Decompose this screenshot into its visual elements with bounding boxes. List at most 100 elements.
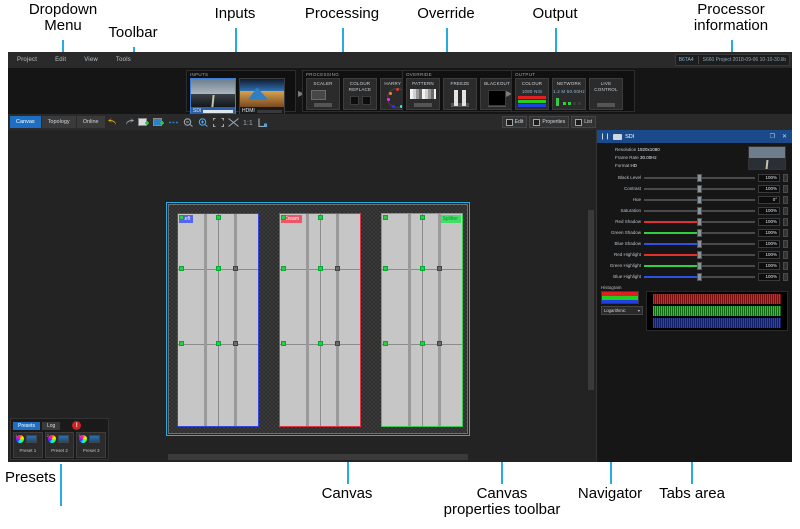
canvas-node[interactable] [420, 341, 425, 346]
slider-stepper[interactable] [783, 184, 788, 193]
slider-knob[interactable] [697, 261, 702, 270]
link-icon[interactable] [167, 116, 180, 128]
slider-value[interactable]: 100% [758, 272, 780, 281]
properties-toolbar-properties-button[interactable]: Properties [529, 116, 570, 128]
canvas-node[interactable] [179, 341, 184, 346]
canvas-horizontal-scrollbar[interactable] [168, 454, 468, 460]
slider-track[interactable] [644, 228, 755, 237]
slider-value[interactable]: 100% [758, 228, 780, 237]
fit-selection-icon[interactable] [227, 116, 240, 128]
slider-value[interactable]: 100% [758, 173, 780, 182]
slider-track[interactable] [644, 206, 755, 215]
slider-stepper[interactable] [783, 239, 788, 248]
canvas-screen-left[interactable]: Left [177, 213, 259, 427]
tile-scaler[interactable]: SCALER [306, 78, 340, 110]
canvas-node[interactable] [420, 266, 425, 271]
slider-knob[interactable] [697, 239, 702, 248]
tile-network[interactable]: NETWORK 1.2 M 50.00Hz [552, 78, 586, 110]
slider-knob[interactable] [697, 272, 702, 281]
tab-presets[interactable]: Presets [13, 421, 40, 430]
input-thumb-sdi[interactable]: SDI [190, 78, 236, 116]
slider-stepper[interactable] [783, 206, 788, 215]
slider-knob[interactable] [697, 195, 702, 204]
slider-track[interactable] [644, 217, 755, 226]
drag-handle-icon[interactable]: ❙❙ [600, 133, 610, 140]
add-canvas-icon[interactable] [152, 116, 165, 128]
slider-value[interactable]: 100% [758, 250, 780, 259]
histogram-preview[interactable] [601, 291, 639, 304]
slider-knob[interactable] [697, 184, 702, 193]
tile-colour-replace[interactable]: COLOUR REPLACE [343, 78, 377, 110]
slider-stepper[interactable] [783, 261, 788, 270]
canvas-node[interactable] [335, 341, 340, 346]
canvas-screen-cream[interactable]: Cream [279, 213, 361, 427]
canvas-node[interactable] [437, 341, 442, 346]
properties-window-titlebar[interactable]: ❙❙ SDI ❐ ✕ [597, 130, 792, 143]
menu-item-edit[interactable]: Edit [46, 52, 75, 68]
slider-stepper[interactable] [783, 173, 788, 182]
restore-icon[interactable]: ❐ [768, 133, 777, 140]
canvas-node[interactable] [383, 266, 388, 271]
redo-icon[interactable] [122, 116, 135, 128]
preset-card-3[interactable]: 3 Preset 3 [76, 432, 107, 458]
slider-track[interactable] [644, 239, 755, 248]
canvas-node[interactable] [233, 341, 238, 346]
slider-stepper[interactable] [783, 250, 788, 259]
slider-track[interactable] [644, 272, 755, 281]
canvas-node[interactable] [335, 266, 340, 271]
preset-card-1[interactable]: 1 Preset 1 [13, 432, 43, 458]
canvas-node[interactable] [281, 341, 286, 346]
close-icon[interactable]: ✕ [780, 133, 789, 140]
tab-canvas[interactable]: Canvas [10, 116, 41, 128]
properties-toolbar-edit-button[interactable]: Edit [501, 116, 528, 128]
canvas-node[interactable] [281, 215, 286, 220]
slider-value[interactable]: 100% [758, 239, 780, 248]
slider-track[interactable] [644, 250, 755, 259]
add-screen-icon[interactable] [137, 116, 150, 128]
slider-value[interactable]: 0° [758, 195, 780, 204]
slider-knob[interactable] [697, 206, 702, 215]
canvas-node[interactable] [216, 266, 221, 271]
canvas-node[interactable] [420, 215, 425, 220]
slider-value[interactable]: 100% [758, 184, 780, 193]
alert-badge[interactable]: ! [72, 421, 82, 430]
preset-card-2[interactable]: 2 Preset 2 [44, 432, 75, 458]
slider-track[interactable] [644, 195, 755, 204]
menu-item-view[interactable]: View [75, 52, 107, 68]
menu-item-tools[interactable]: Tools [107, 52, 140, 68]
menu-item-project[interactable]: Project [8, 52, 46, 68]
canvas-workspace[interactable]: Left Cream Splitter [8, 130, 596, 462]
canvas-node[interactable] [216, 341, 221, 346]
input-thumb-hdmi[interactable]: HDMI [239, 78, 285, 116]
actual-size-icon[interactable]: 1:1 [242, 116, 255, 128]
tab-topology[interactable]: Topology [41, 116, 76, 128]
slider-stepper[interactable] [783, 272, 788, 281]
slider-knob[interactable] [697, 228, 702, 237]
canvas-screen-splitter[interactable]: Splitter [381, 213, 463, 427]
canvas-node[interactable] [437, 266, 442, 271]
slider-track[interactable] [644, 184, 755, 193]
canvas-node[interactable] [281, 266, 286, 271]
canvas-node[interactable] [233, 266, 238, 271]
canvas-node[interactable] [383, 341, 388, 346]
tile-output-colour[interactable]: COLOUR 1080 NIS [515, 78, 549, 110]
slider-knob[interactable] [697, 250, 702, 259]
slider-stepper[interactable] [783, 217, 788, 226]
zoom-in-icon[interactable] [197, 116, 210, 128]
canvas-node[interactable] [383, 215, 388, 220]
slider-track[interactable] [644, 173, 755, 182]
canvas-node[interactable] [179, 266, 184, 271]
canvas-node[interactable] [318, 341, 323, 346]
undo-icon[interactable] [107, 116, 120, 128]
canvas-node[interactable] [216, 215, 221, 220]
processor-information-bar[interactable]: B6TA4 S660 Project 2018-09-06 10-10-30.l… [674, 54, 790, 66]
slider-stepper[interactable] [783, 228, 788, 237]
canvas-sheet[interactable]: Left Cream Splitter [168, 204, 468, 434]
snap-icon[interactable] [257, 116, 270, 128]
tile-pattern[interactable]: PATTERN [406, 78, 440, 110]
canvas-vertical-scrollbar[interactable] [588, 210, 594, 390]
slider-track[interactable] [644, 261, 755, 270]
tile-live-control[interactable]: LIVE CONTROL [589, 78, 623, 110]
canvas-node[interactable] [318, 266, 323, 271]
slider-knob[interactable] [697, 217, 702, 226]
